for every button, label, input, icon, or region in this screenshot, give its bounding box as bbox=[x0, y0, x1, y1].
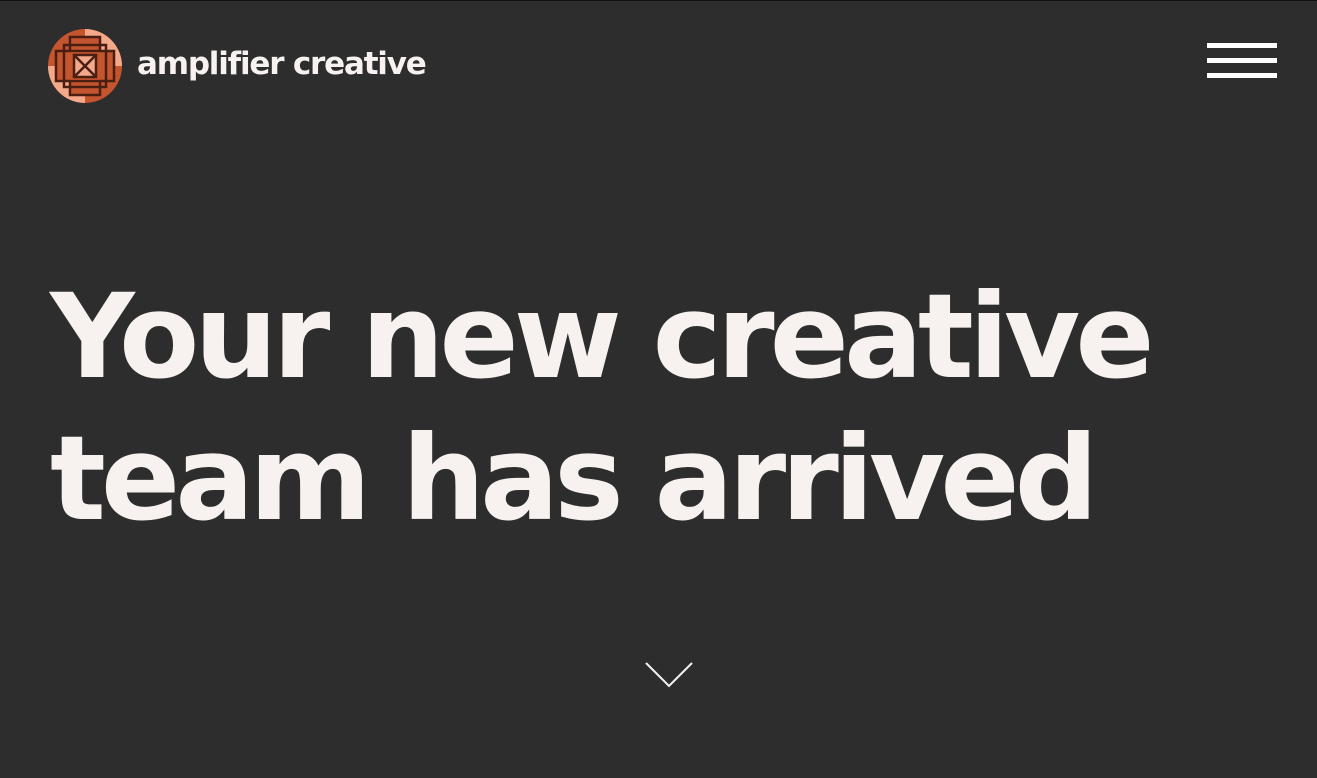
scroll-down-button[interactable] bbox=[642, 656, 696, 694]
hero-title: Your new creative team has arrived bbox=[50, 266, 1290, 550]
site-header: amplifier creative bbox=[0, 0, 1317, 130]
amplifier-creative-logo-icon bbox=[48, 29, 122, 103]
menu-button[interactable] bbox=[1203, 40, 1281, 88]
hero-title-line-2: team has arrived bbox=[50, 410, 1098, 547]
brand-name: amplifier creative bbox=[137, 45, 427, 82]
chevron-down-icon bbox=[642, 656, 696, 694]
hero-title-line-1: Your new creative bbox=[50, 268, 1155, 405]
home-logo-link[interactable]: amplifier creative bbox=[48, 29, 427, 103]
